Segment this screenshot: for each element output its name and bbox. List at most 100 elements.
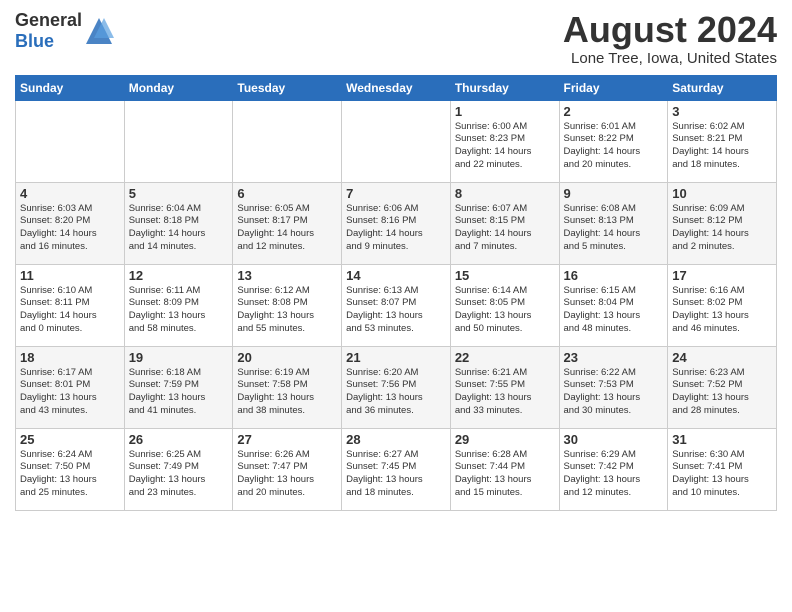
day-info: Sunrise: 6:22 AM Sunset: 7:53 PM Dayligh… — [564, 367, 664, 418]
table-row: 19 Sunrise: 6:18 AM Sunset: 7:59 PM Dayli… — [124, 346, 233, 428]
day-number: 6 — [237, 186, 337, 201]
table-row: 16 Sunrise: 6:15 AM Sunset: 8:04 PM Dayli… — [559, 264, 668, 346]
day-number: 14 — [346, 268, 446, 283]
day-number: 18 — [20, 350, 120, 365]
table-row: 4Sunrise: 6:03 AM Sunset: 8:20 PM Daylig… — [16, 182, 125, 264]
table-row: 14 Sunrise: 6:13 AM Sunset: 8:07 PM Dayli… — [342, 264, 451, 346]
day-info: Sunrise: 6:13 AM Sunset: 8:07 PM Dayligh… — [346, 285, 446, 336]
table-row: 7 Sunrise: 6:06 AM Sunset: 8:16 PM Daylig… — [342, 182, 451, 264]
day-number: 29 — [455, 432, 555, 447]
day-info: Sunrise: 6:11 AM Sunset: 8:09 PM Dayligh… — [129, 285, 229, 336]
day-info: Sunrise: 6:06 AM Sunset: 8:16 PM Dayligh… — [346, 203, 446, 254]
day-number: 10 — [672, 186, 772, 201]
table-row: 31 Sunrise: 6:30 AM Sunset: 7:41 PM Dayli… — [668, 428, 777, 510]
day-info: Sunrise: 6:26 AM Sunset: 7:47 PM Dayligh… — [237, 449, 337, 500]
day-number: 25 — [20, 432, 120, 447]
table-row: 3Sunrise: 6:02 AM Sunset: 8:21 PM Daylig… — [668, 100, 777, 182]
day-info: Sunrise: 6:24 AM Sunset: 7:50 PM Dayligh… — [20, 449, 120, 500]
day-number: 23 — [564, 350, 664, 365]
day-info: Sunrise: 6:12 AM Sunset: 8:08 PM Dayligh… — [237, 285, 337, 336]
table-row: 30 Sunrise: 6:29 AM Sunset: 7:42 PM Dayli… — [559, 428, 668, 510]
day-info: Sunrise: 6:04 AM Sunset: 8:18 PM Dayligh… — [129, 203, 229, 254]
day-info: Sunrise: 6:29 AM Sunset: 7:42 PM Dayligh… — [564, 449, 664, 500]
table-row: 20Sunrise: 6:19 AM Sunset: 7:58 PM Dayli… — [233, 346, 342, 428]
day-info: Sunrise: 6:05 AM Sunset: 8:17 PM Dayligh… — [237, 203, 337, 254]
header-thursday: Thursday — [450, 75, 559, 100]
header-wednesday: Wednesday — [342, 75, 451, 100]
day-number: 20 — [237, 350, 337, 365]
table-row: 11 Sunrise: 6:10 AM Sunset: 8:11 PM Dayli… — [16, 264, 125, 346]
day-number: 19 — [129, 350, 229, 365]
day-number: 17 — [672, 268, 772, 283]
table-row: 8 Sunrise: 6:07 AM Sunset: 8:15 PM Daylig… — [450, 182, 559, 264]
table-row: 12 Sunrise: 6:11 AM Sunset: 8:09 PM Dayli… — [124, 264, 233, 346]
day-info: Sunrise: 6:03 AM Sunset: 8:20 PM Dayligh… — [20, 203, 120, 254]
day-number: 31 — [672, 432, 772, 447]
location-title: Lone Tree, Iowa, United States — [563, 50, 777, 67]
header-friday: Friday — [559, 75, 668, 100]
table-row — [124, 100, 233, 182]
day-number: 22 — [455, 350, 555, 365]
page-header: General Blue August 2024 Lone Tree, Iowa… — [15, 10, 777, 67]
logo-general: General — [15, 10, 82, 30]
day-info: Sunrise: 6:30 AM Sunset: 7:41 PM Dayligh… — [672, 449, 772, 500]
day-number: 27 — [237, 432, 337, 447]
table-row — [16, 100, 125, 182]
table-row: 1Sunrise: 6:00 AM Sunset: 8:23 PM Daylig… — [450, 100, 559, 182]
day-number: 1 — [455, 104, 555, 119]
day-number: 7 — [346, 186, 446, 201]
day-number: 28 — [346, 432, 446, 447]
day-number: 9 — [564, 186, 664, 201]
table-row: 17 Sunrise: 6:16 AM Sunset: 8:02 PM Dayli… — [668, 264, 777, 346]
day-number: 24 — [672, 350, 772, 365]
day-info: Sunrise: 6:17 AM Sunset: 8:01 PM Dayligh… — [20, 367, 120, 418]
title-block: August 2024 Lone Tree, Iowa, United Stat… — [563, 10, 777, 67]
calendar-table: Sunday Monday Tuesday Wednesday Thursday… — [15, 75, 777, 511]
day-info: Sunrise: 6:25 AM Sunset: 7:49 PM Dayligh… — [129, 449, 229, 500]
table-row: 26 Sunrise: 6:25 AM Sunset: 7:49 PM Dayli… — [124, 428, 233, 510]
day-info: Sunrise: 6:01 AM Sunset: 8:22 PM Dayligh… — [564, 121, 664, 172]
table-row: 6 Sunrise: 6:05 AM Sunset: 8:17 PM Daylig… — [233, 182, 342, 264]
header-sunday: Sunday — [16, 75, 125, 100]
day-info: Sunrise: 6:14 AM Sunset: 8:05 PM Dayligh… — [455, 285, 555, 336]
day-info: Sunrise: 6:21 AM Sunset: 7:55 PM Dayligh… — [455, 367, 555, 418]
table-row: 23 Sunrise: 6:22 AM Sunset: 7:53 PM Dayli… — [559, 346, 668, 428]
table-row: 25 Sunrise: 6:24 AM Sunset: 7:50 PM Dayli… — [16, 428, 125, 510]
table-row: 27 Sunrise: 6:26 AM Sunset: 7:47 PM Dayli… — [233, 428, 342, 510]
day-number: 30 — [564, 432, 664, 447]
day-number: 13 — [237, 268, 337, 283]
table-row: 21 Sunrise: 6:20 AM Sunset: 7:56 PM Dayli… — [342, 346, 451, 428]
table-row — [342, 100, 451, 182]
logo: General Blue — [15, 10, 114, 52]
day-number: 15 — [455, 268, 555, 283]
header-monday: Monday — [124, 75, 233, 100]
table-row: 10 Sunrise: 6:09 AM Sunset: 8:12 PM Dayli… — [668, 182, 777, 264]
day-number: 26 — [129, 432, 229, 447]
day-info: Sunrise: 6:07 AM Sunset: 8:15 PM Dayligh… — [455, 203, 555, 254]
day-info: Sunrise: 6:16 AM Sunset: 8:02 PM Dayligh… — [672, 285, 772, 336]
header-saturday: Saturday — [668, 75, 777, 100]
logo-icon — [84, 16, 114, 46]
day-number: 2 — [564, 104, 664, 119]
day-number: 11 — [20, 268, 120, 283]
table-row: 22 Sunrise: 6:21 AM Sunset: 7:55 PM Dayli… — [450, 346, 559, 428]
day-number: 8 — [455, 186, 555, 201]
day-info: Sunrise: 6:20 AM Sunset: 7:56 PM Dayligh… — [346, 367, 446, 418]
table-row: 18 Sunrise: 6:17 AM Sunset: 8:01 PM Dayli… — [16, 346, 125, 428]
day-info: Sunrise: 6:27 AM Sunset: 7:45 PM Dayligh… — [346, 449, 446, 500]
day-info: Sunrise: 6:28 AM Sunset: 7:44 PM Dayligh… — [455, 449, 555, 500]
day-info: Sunrise: 6:15 AM Sunset: 8:04 PM Dayligh… — [564, 285, 664, 336]
day-info: Sunrise: 6:18 AM Sunset: 7:59 PM Dayligh… — [129, 367, 229, 418]
month-title: August 2024 — [563, 10, 777, 50]
day-info: Sunrise: 6:09 AM Sunset: 8:12 PM Dayligh… — [672, 203, 772, 254]
table-row: 2 Sunrise: 6:01 AM Sunset: 8:22 PM Daylig… — [559, 100, 668, 182]
table-row: 24 Sunrise: 6:23 AM Sunset: 7:52 PM Dayli… — [668, 346, 777, 428]
day-info: Sunrise: 6:23 AM Sunset: 7:52 PM Dayligh… — [672, 367, 772, 418]
table-row — [233, 100, 342, 182]
day-number: 12 — [129, 268, 229, 283]
day-number: 16 — [564, 268, 664, 283]
table-row: 13 Sunrise: 6:12 AM Sunset: 8:08 PM Dayli… — [233, 264, 342, 346]
day-number: 21 — [346, 350, 446, 365]
day-number: 5 — [129, 186, 229, 201]
day-info: Sunrise: 6:10 AM Sunset: 8:11 PM Dayligh… — [20, 285, 120, 336]
